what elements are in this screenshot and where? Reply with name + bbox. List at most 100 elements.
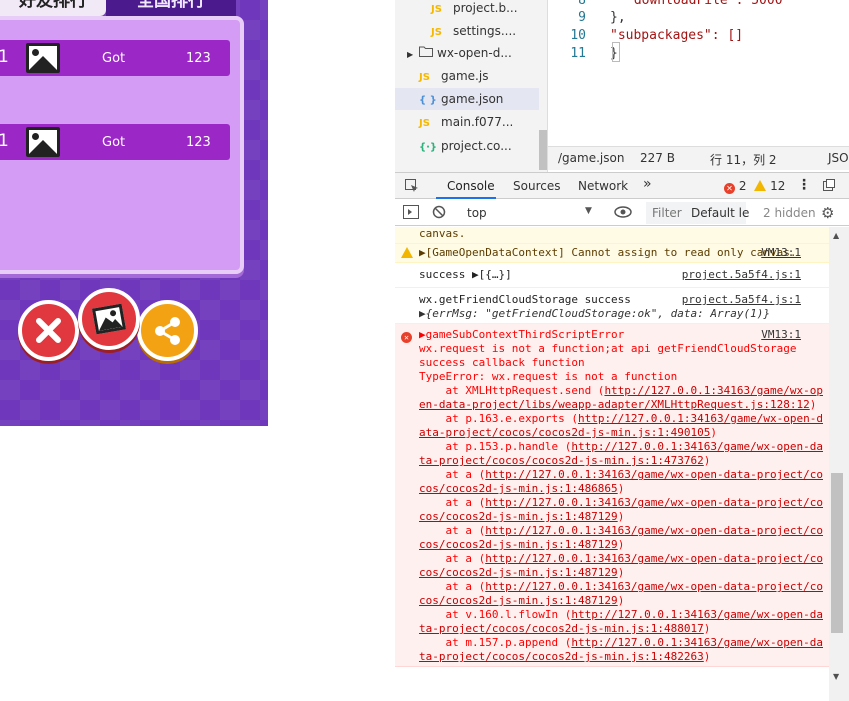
status-language[interactable]: JSO bbox=[828, 151, 849, 165]
error-message: wx.request is not a function;at api getF… bbox=[419, 342, 823, 384]
more-options-icon[interactable]: ⋮ bbox=[797, 177, 811, 193]
bracket-match-highlight bbox=[612, 42, 620, 62]
rank-number: 1 bbox=[0, 131, 9, 151]
tab-console[interactable]: Console bbox=[447, 179, 495, 193]
image-placeholder-icon bbox=[26, 127, 60, 157]
tab-network[interactable]: Network bbox=[578, 179, 628, 193]
log-levels-dropdown[interactable]: Default le bbox=[691, 206, 749, 220]
hidden-messages-count: 2 hidden bbox=[763, 206, 816, 220]
console-warning: canvas. bbox=[395, 227, 829, 244]
scroll-up-icon[interactable]: ▲ bbox=[833, 231, 839, 240]
source-link[interactable]: project.5a5f4.js:1 bbox=[682, 293, 801, 307]
javascript-file-icon: JS bbox=[431, 27, 442, 38]
file-tree-scrollbar[interactable] bbox=[539, 130, 547, 170]
file-tree-item-selected[interactable]: { } game.json bbox=[395, 88, 539, 110]
devtools-panel: Console Sources Network » ✕ 2 12 ⋮ top ▼ bbox=[395, 172, 849, 701]
editor-status-bar: /game.json 227 B 行 11，列 2 JSO bbox=[548, 146, 849, 170]
console-log: success ▶[{…}] project.5a5f4.js:1 bbox=[395, 263, 829, 288]
chevron-down-icon: ▼ bbox=[585, 206, 592, 216]
tab-friends-ranking[interactable]: 好友排行 bbox=[0, 0, 106, 16]
javascript-file-icon: JS bbox=[419, 118, 430, 129]
warning-icon bbox=[754, 180, 767, 191]
more-tabs-button[interactable]: » bbox=[643, 176, 652, 192]
folder-icon bbox=[419, 42, 437, 64]
context-value: top bbox=[467, 206, 487, 220]
image-placeholder-icon bbox=[26, 43, 60, 73]
settings-gear-icon[interactable]: ⚙ bbox=[821, 204, 834, 222]
file-tree-label: project.b... bbox=[453, 1, 518, 15]
javascript-file-icon: JS bbox=[431, 4, 442, 15]
source-link[interactable]: project.5a5f4.js:1 bbox=[682, 268, 801, 282]
error-line: wx.request is not a function;at api getF… bbox=[419, 342, 797, 355]
line-number: 9 bbox=[578, 10, 586, 25]
code-line: "subpackages": [] bbox=[610, 28, 744, 43]
clear-console-icon[interactable] bbox=[432, 205, 446, 222]
game-preview-panel: 好友排行 全国排行 1 Got 123 1 Got 123 bbox=[0, 0, 268, 426]
player-score: 123 bbox=[186, 51, 211, 66]
live-expression-eye-icon[interactable] bbox=[614, 206, 632, 221]
code-line: "downloadFile": 5000 bbox=[626, 0, 783, 8]
expandable-object[interactable]: ▶{errMsg: "getFriendCloudStorage:ok", da… bbox=[419, 307, 823, 321]
source-link[interactable]: VM13:1 bbox=[761, 328, 801, 342]
context-selector[interactable]: top ▼ bbox=[459, 203, 599, 223]
error-line: TypeError: wx.request is not a function bbox=[419, 370, 678, 383]
error-icon: ✕ bbox=[724, 183, 735, 194]
status-cursor-position: 行 11，列 2 bbox=[710, 153, 777, 167]
inspect-element-icon[interactable] bbox=[404, 178, 420, 197]
file-tree-item[interactable]: JS main.f077... bbox=[395, 111, 539, 133]
undock-icon[interactable] bbox=[822, 178, 836, 195]
ranking-board: 1 Got 123 1 Got 123 bbox=[0, 16, 244, 274]
error-icon: ✕ bbox=[401, 329, 412, 343]
player-name: Got bbox=[102, 135, 126, 150]
line-number: 8 bbox=[578, 0, 586, 8]
share-button[interactable] bbox=[137, 300, 198, 361]
line-number: 11 bbox=[570, 46, 586, 61]
file-tree-label: game.json bbox=[441, 92, 504, 106]
file-tree-folder[interactable]: ▶ wx-open-d... bbox=[395, 42, 539, 64]
file-tree: JS project.b... JS settings.... ▶ wx-open-d… bbox=[395, 0, 548, 172]
devtools-tab-bar: Console Sources Network » ✕ 2 12 ⋮ bbox=[395, 173, 849, 199]
console-toolbar: top ▼ Filter Default le 2 hidden ⚙ bbox=[395, 200, 849, 226]
file-tree-item[interactable]: JS game.js bbox=[395, 65, 539, 87]
console-error: ✕ ▶gameSubContextThirdScriptError VM13:1… bbox=[395, 324, 829, 667]
file-tree-label: settings.... bbox=[453, 24, 517, 38]
stack-frame: at a (http://127.0.0.1:34163/game/wx-ope… bbox=[419, 580, 823, 607]
error-counter[interactable]: ✕ 2 12 bbox=[724, 179, 785, 194]
warning-icon bbox=[401, 247, 413, 261]
photo-button[interactable] bbox=[78, 288, 140, 350]
console-log: wx.getFriendCloudStorage success project… bbox=[395, 288, 829, 324]
photo-icon bbox=[91, 303, 127, 335]
console-scrollbar[interactable]: ▲ ▼ bbox=[829, 227, 849, 701]
share-icon bbox=[155, 317, 180, 345]
file-tree-item[interactable]: JS settings.... bbox=[395, 20, 539, 42]
source-link[interactable]: VM13:1 bbox=[761, 246, 801, 260]
line-number: 10 bbox=[570, 28, 586, 43]
tab-sources[interactable]: Sources bbox=[513, 179, 560, 193]
stack-frame: at p.163.e.exports (http://127.0.0.1:341… bbox=[419, 412, 823, 439]
file-tree-item[interactable]: JS project.b... bbox=[395, 0, 539, 19]
player-score: 123 bbox=[186, 135, 211, 150]
warning-count: 12 bbox=[770, 179, 786, 193]
rank-number: 1 bbox=[0, 47, 9, 67]
code-line: }, bbox=[610, 10, 626, 25]
stack-frame: at a (http://127.0.0.1:34163/game/wx-ope… bbox=[419, 552, 823, 579]
toggle-sidebar-icon[interactable] bbox=[403, 205, 419, 222]
console-warning: ▶[GameOpenDataContext] Cannot assign to … bbox=[395, 244, 829, 263]
ranking-row: 1 Got 123 bbox=[0, 124, 230, 160]
code-editor[interactable]: 8 "downloadFile": 5000 9 }, 10 "subpacka… bbox=[548, 0, 849, 146]
ranking-row: 1 Got 123 bbox=[0, 40, 230, 76]
close-button[interactable] bbox=[18, 300, 79, 361]
file-tree-label: project.co... bbox=[441, 139, 512, 153]
active-tab-indicator bbox=[436, 197, 496, 199]
stack-frame: at XMLHttpRequest.send (http://127.0.0.1… bbox=[419, 384, 823, 411]
stack-frame: at a (http://127.0.0.1:34163/game/wx-ope… bbox=[419, 496, 823, 523]
stack-frame: at v.160.l.flowIn (http://127.0.0.1:3416… bbox=[419, 608, 823, 635]
scrollbar-thumb[interactable] bbox=[831, 473, 843, 633]
javascript-file-icon: JS bbox=[419, 72, 430, 83]
tab-global-ranking[interactable]: 全国排行 bbox=[106, 0, 236, 16]
file-tree-label: wx-open-d... bbox=[437, 46, 512, 60]
console-output: canvas. ▶[GameOpenDataContext] Cannot as… bbox=[395, 227, 829, 701]
scroll-down-icon[interactable]: ▼ bbox=[833, 672, 839, 681]
status-file-path: /game.json bbox=[558, 151, 625, 165]
file-tree-item[interactable]: {·} project.co... bbox=[395, 135, 539, 157]
